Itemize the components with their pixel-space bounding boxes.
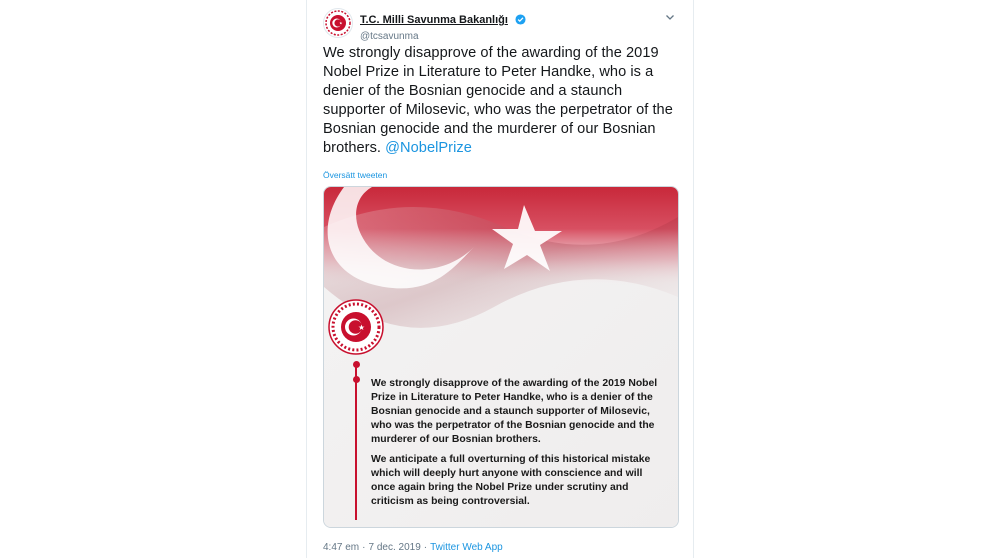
divider-dot-bottom bbox=[352, 376, 360, 383]
divider-line bbox=[355, 364, 357, 520]
statement-paragraph-1: We strongly disapprove of the awarding o… bbox=[371, 378, 658, 445]
account-avatar[interactable] bbox=[323, 8, 353, 38]
tweet-date[interactable]: 7 dec. 2019 bbox=[368, 542, 420, 553]
tweet-header: T.C. Milli Savunma Bakanlığı @tcsavunma bbox=[323, 8, 679, 42]
statement-text: We strongly disapprove of the awarding o… bbox=[371, 377, 663, 515]
tweet-media-image[interactable]: We strongly disapprove of the awarding o… bbox=[323, 186, 679, 528]
display-name[interactable]: T.C. Milli Savunma Bakanlığı bbox=[360, 14, 508, 26]
footer-separator: · bbox=[423, 542, 428, 553]
divider-dot-top bbox=[352, 361, 360, 368]
statement-paragraph-2: We anticipate a full overturning of this… bbox=[371, 454, 651, 507]
tweet-footer: 4:47 em · 7 dec. 2019 · Twitter Web App bbox=[323, 542, 503, 553]
mention-link[interactable]: @NobelPrize bbox=[385, 140, 472, 156]
tweet-time[interactable]: 4:47 em bbox=[323, 542, 359, 553]
ministry-seal-icon bbox=[327, 298, 385, 356]
tweet-body: We strongly disapprove of the awarding o… bbox=[323, 45, 673, 156]
account-handle[interactable]: @tcsavunma bbox=[360, 31, 526, 42]
tweet-source-link[interactable]: Twitter Web App bbox=[430, 542, 503, 553]
chevron-down-icon[interactable] bbox=[663, 10, 677, 24]
translate-tweet-link[interactable]: Översätt tweeten bbox=[323, 170, 387, 180]
tweet-card: T.C. Milli Savunma Bakanlığı @tcsavunma … bbox=[306, 0, 694, 558]
verified-badge-icon bbox=[515, 12, 526, 30]
account-names: T.C. Milli Savunma Bakanlığı @tcsavunma bbox=[360, 10, 526, 42]
footer-separator: · bbox=[362, 542, 366, 553]
tweet-text: We strongly disapprove of the awarding o… bbox=[323, 44, 683, 158]
ministry-emblem-icon bbox=[325, 10, 351, 36]
